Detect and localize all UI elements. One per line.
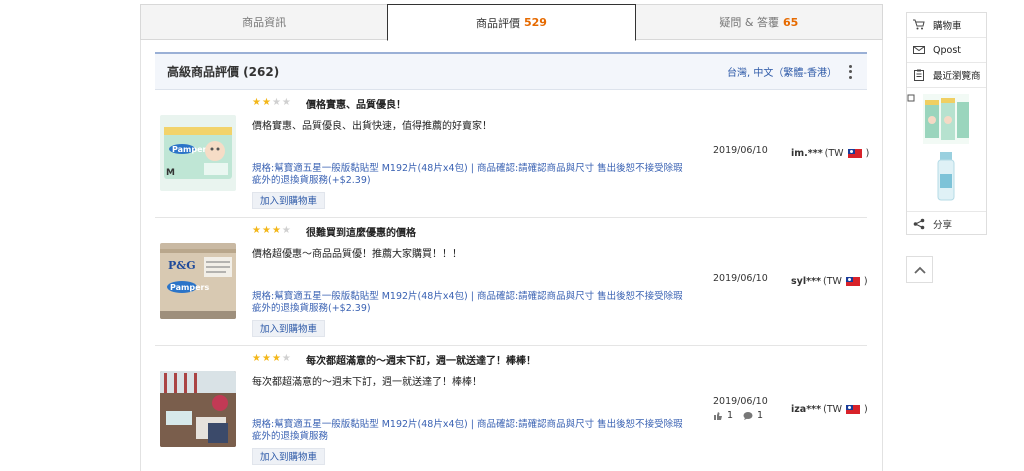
reviewer-country: (TW — [824, 148, 844, 159]
review-title-row: ★ ★ ★ ★ 每次都超滿意的～週末下訂，週一就送達了！棒棒！ — [252, 352, 692, 367]
tab-label: 商品評價 — [476, 16, 520, 30]
star-icon: ★ — [281, 97, 291, 108]
review-votes: 1 1 — [713, 410, 763, 421]
review-date: 2019/06/10 — [713, 396, 768, 407]
review-content: 價格實惠、品質優良、出貨快速，值得推薦的好賣家！ — [252, 121, 492, 132]
comment-icon[interactable] — [743, 411, 753, 421]
review-panel: 高級商品評價 (262) 台灣, 中文（繁體-香港） Pampers M ★ ★… — [155, 52, 869, 471]
svg-text:Pampers: Pampers — [170, 283, 209, 292]
reviewer-country-close: ) — [865, 148, 870, 159]
review-date: 2019/06/10 — [713, 273, 768, 284]
like-count: 1 — [727, 410, 734, 421]
locale-link[interactable]: 台灣, 中文（繁體-香港） — [727, 64, 837, 79]
star-icon: ★ — [281, 225, 291, 236]
review-title: 每次都超滿意的～週末下訂，週一就送達了！棒棒！ — [306, 355, 536, 367]
review-photo[interactable]: P&G Pampers — [160, 243, 236, 319]
review-title: 價格實惠、品質優良！ — [306, 99, 406, 111]
review-content: 價格超優惠～商品品質優！推薦大家購買！！！ — [252, 249, 462, 260]
scroll-top-button[interactable] — [906, 256, 933, 283]
tab-product-reviews[interactable]: 商品評價 529 — [387, 4, 636, 41]
recent-products — [907, 90, 986, 207]
star-icon: ★ — [261, 97, 271, 108]
star-rating: ★ ★ ★ ★ — [252, 226, 296, 236]
review-body: ★ ★ ★ ★ 很難買到這麼優惠的價格 價格超優惠～商品品質優！推薦大家購買！！… — [252, 224, 692, 261]
add-to-cart-button[interactable]: 加入到購物車 — [252, 320, 326, 337]
more-options-icon[interactable] — [845, 64, 855, 79]
star-icon: ★ — [281, 353, 291, 364]
reviewer-name: im.*** — [791, 148, 823, 159]
review-title-row: ★ ★ ★ ★ 價格實惠、品質優良！ — [252, 96, 692, 111]
reviewer: syl*** (TW ) — [791, 276, 868, 287]
content-border-right — [882, 40, 883, 471]
thumbs-up-icon[interactable] — [713, 411, 723, 421]
sidebar-item-qpost[interactable]: Qpost — [907, 38, 986, 63]
review-item: P&G Pampers ★ ★ ★ ★ 很難買到這麼優惠的價格 價格超優惠～商品… — [155, 218, 868, 346]
star-rating: ★ ★ ★ ★ — [252, 98, 296, 108]
reviewer-country: (TW — [823, 276, 842, 287]
add-to-cart-button[interactable]: 加入到購物車 — [252, 192, 326, 209]
review-item: Pampers M ★ ★ ★ ★ 價格實惠、品質優良！ 價格實惠、品質優良、出… — [155, 90, 869, 218]
review-spec: 規格:幫寶適五星一般版黏貼型 M192片(48片x4包) | 商品確認:請確認商… — [252, 163, 683, 186]
review-date: 2019/06/10 — [713, 145, 768, 156]
sidebar-item-label: 購物車 — [933, 21, 962, 32]
star-icon: ★ — [252, 97, 261, 108]
sidebar-item-cart[interactable]: 購物車 — [907, 13, 986, 38]
locale-selector: 台灣, 中文（繁體-香港） — [727, 64, 855, 79]
sidebar-item-label: Qpost — [933, 44, 961, 56]
svg-text:P&G: P&G — [168, 259, 196, 272]
sidebar-item-recent[interactable]: 最近瀏覽商 — [907, 63, 986, 88]
star-rating: ★ ★ ★ ★ — [252, 354, 296, 364]
cart-icon — [913, 19, 925, 30]
review-body: ★ ★ ★ ★ 價格實惠、品質優良！ 價格實惠、品質優良、出貨快速，值得推薦的好… — [252, 96, 692, 133]
sidebar-item-label: 最近瀏覽商 — [933, 71, 981, 82]
sidebar-item-label: 分享 — [933, 219, 953, 231]
star-icon: ★ — [252, 353, 261, 364]
taiwan-flag-icon — [845, 277, 860, 286]
review-content: 每次都超滿意的～週末下訂，週一就送達了！棒棒！ — [252, 377, 482, 388]
review-spec: 規格:幫寶適五星一般版黏貼型 M192片(48片x4包) | 商品確認:請確認商… — [252, 291, 683, 314]
tab-label: 疑問 & 答覆 — [719, 16, 779, 29]
review-tabs: 商品資訊 商品評價 529 疑問 & 答覆 65 — [140, 4, 883, 41]
chevron-up-icon — [913, 266, 926, 274]
clipboard-icon — [914, 69, 924, 81]
star-icon: ★ — [261, 225, 271, 236]
comment-count: 1 — [757, 410, 764, 421]
star-icon: ★ — [261, 353, 271, 364]
tab-count: 529 — [524, 16, 547, 29]
share-icon — [913, 218, 925, 229]
review-photo[interactable]: Pampers M — [160, 115, 236, 191]
add-to-cart-button[interactable]: 加入到購物車 — [252, 448, 326, 465]
star-icon: ★ — [271, 97, 281, 108]
review-spec: 規格:幫寶適五星一般版黏貼型 M192片(48片x4包) | 商品確認:請確認商… — [252, 419, 683, 442]
tab-questions[interactable]: 疑問 & 答覆 65 — [634, 4, 883, 39]
review-body: ★ ★ ★ ★ 每次都超滿意的～週末下訂，週一就送達了！棒棒！ 每次都超滿意的～… — [252, 352, 692, 389]
star-icon: ★ — [271, 225, 281, 236]
review-photo[interactable] — [160, 371, 236, 447]
reviewer-country-close: ) — [863, 276, 868, 287]
tab-count: 65 — [782, 15, 799, 29]
review-panel-title: 高級商品評價 (262) — [167, 65, 280, 79]
reviewer-country-close: ) — [864, 404, 868, 415]
quick-sidebar: 購物車 Qpost 最近瀏覽商 分享 — [906, 12, 987, 235]
review-header: 高級商品評價 (262) 台灣, 中文（繁體-香港） — [155, 52, 867, 90]
mail-icon — [913, 46, 925, 54]
sidebar-item-share[interactable]: 分享 — [907, 211, 986, 235]
review-item: ★ ★ ★ ★ 每次都超滿意的～週末下訂，週一就送達了！棒棒！ 每次都超滿意的～… — [155, 346, 868, 471]
content-border-left — [140, 40, 141, 471]
star-icon: ★ — [252, 225, 261, 236]
review-title: 很難買到這麼優惠的價格 — [306, 227, 416, 239]
tab-label: 商品資訊 — [242, 16, 287, 29]
recent-product-image[interactable] — [907, 90, 986, 207]
taiwan-flag-icon — [847, 149, 862, 158]
reviewer-country: (TW — [823, 404, 843, 415]
reviewer-name: iza*** — [791, 404, 822, 415]
review-title-row: ★ ★ ★ ★ 很難買到這麼優惠的價格 — [252, 224, 692, 239]
tab-product-info[interactable]: 商品資訊 — [140, 4, 389, 39]
reviewer: im.*** (TW ) — [791, 148, 869, 159]
star-icon: ★ — [271, 353, 281, 364]
svg-text:M: M — [166, 168, 175, 178]
reviewer: iza*** (TW ) — [791, 404, 868, 415]
taiwan-flag-icon — [846, 405, 861, 414]
reviewer-name: syl*** — [791, 276, 822, 287]
